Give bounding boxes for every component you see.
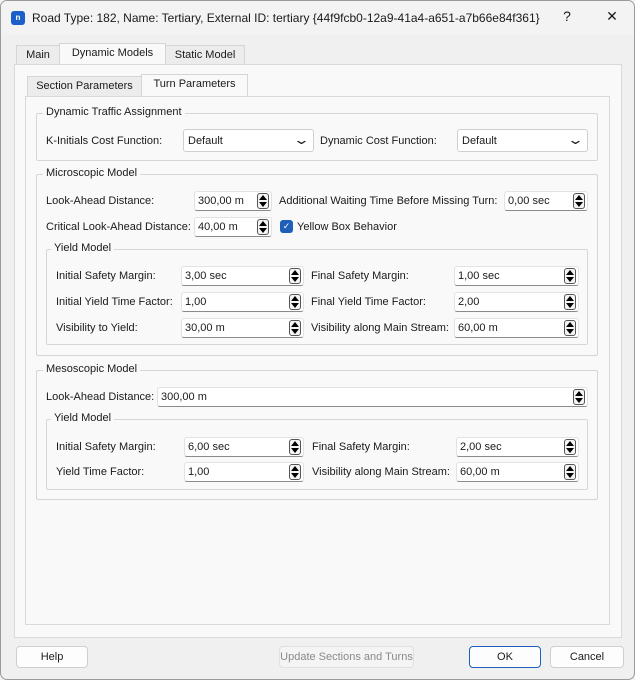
value: 3,00 sec xyxy=(185,270,227,282)
chevron-down-icon: ⌄ xyxy=(566,132,585,147)
k-initials-label: K-Initials Cost Function: xyxy=(46,135,163,147)
waiting-time-label: Additional Waiting Time Before Missing T… xyxy=(279,195,498,207)
meso-lookahead-label: Look-Ahead Distance: xyxy=(46,391,155,403)
micro-yield-title: Yield Model xyxy=(51,242,115,254)
dta-title: Dynamic Traffic Assignment xyxy=(43,106,185,118)
meso-visibility-main-label: Visibility along Main Stream: xyxy=(312,466,450,478)
spin-arrows-icon[interactable] xyxy=(289,464,301,480)
waiting-time-spinbox[interactable]: 0,00 sec xyxy=(504,191,588,211)
tab-section-parameters[interactable]: Section Parameters xyxy=(27,76,142,96)
spin-arrows-icon[interactable] xyxy=(573,193,585,209)
meso-final-safety-spinbox[interactable]: 2,00 sec xyxy=(456,437,579,457)
chevron-down-icon: ⌄ xyxy=(292,132,311,147)
ok-button[interactable]: OK xyxy=(469,646,541,668)
tab-main[interactable]: Main xyxy=(16,45,60,65)
value: 60,00 m xyxy=(458,322,498,334)
final-yield-time-label: Final Yield Time Factor: xyxy=(311,296,426,308)
micro-initial-safety-spinbox[interactable]: 3,00 sec xyxy=(181,266,304,286)
meso-visibility-main-spinbox[interactable]: 60,00 m xyxy=(456,462,579,482)
spin-arrows-icon[interactable] xyxy=(573,389,585,405)
microscopic-title: Microscopic Model xyxy=(43,167,141,179)
help-button[interactable]: Help xyxy=(16,646,88,668)
initial-yield-time-label: Initial Yield Time Factor: xyxy=(56,296,173,308)
spin-arrows-icon[interactable] xyxy=(564,294,576,310)
micro-visibility-main-spinbox[interactable]: 60,00 m xyxy=(454,318,579,338)
value: 1,00 sec xyxy=(458,270,500,282)
final-yield-time-spinbox[interactable]: 2,00 xyxy=(454,292,579,312)
mesoscopic-title: Mesoscopic Model xyxy=(43,363,141,375)
cancel-button[interactable]: Cancel xyxy=(550,646,624,668)
initial-yield-time-spinbox[interactable]: 1,00 xyxy=(181,292,304,312)
micro-initial-safety-label: Initial Safety Margin: xyxy=(56,270,156,282)
value: 2,00 sec xyxy=(460,441,502,453)
micro-lookahead-label: Look-Ahead Distance: xyxy=(46,195,155,207)
meso-final-safety-label: Final Safety Margin: xyxy=(312,441,410,453)
close-icon[interactable]: ✕ xyxy=(602,8,622,25)
yellow-box-checkbox[interactable]: ✓ xyxy=(280,220,293,233)
visibility-yield-label: Visibility to Yield: xyxy=(56,322,138,334)
update-sections-button[interactable]: Update Sections and Turns xyxy=(279,646,414,668)
value: 0,00 sec xyxy=(508,195,550,207)
spin-arrows-icon[interactable] xyxy=(564,464,576,480)
value: 1,00 xyxy=(185,296,207,308)
dynamic-cost-label: Dynamic Cost Function: xyxy=(320,135,437,147)
sub-tabs: Section Parameters Turn Parameters xyxy=(25,74,255,96)
spin-arrows-icon[interactable] xyxy=(289,320,301,336)
title-bar: n Road Type: 182, Name: Tertiary, Extern… xyxy=(1,1,634,35)
critical-lookahead-label: Critical Look-Ahead Distance: xyxy=(46,221,191,233)
value: 60,00 m xyxy=(460,466,500,478)
micro-lookahead-spinbox[interactable]: 300,00 m xyxy=(194,191,272,211)
micro-visibility-main-label: Visibility along Main Stream: xyxy=(311,322,449,334)
spin-arrows-icon[interactable] xyxy=(564,320,576,336)
tab-static-model[interactable]: Static Model xyxy=(165,45,245,65)
window-title: Road Type: 182, Name: Tertiary, External… xyxy=(32,11,540,25)
spin-arrows-icon[interactable] xyxy=(257,193,269,209)
spin-arrows-icon[interactable] xyxy=(289,268,301,284)
value: 30,00 m xyxy=(185,322,225,334)
yellow-box-label: Yellow Box Behavior xyxy=(297,221,397,233)
spin-arrows-icon[interactable] xyxy=(289,294,301,310)
meso-initial-safety-label: Initial Safety Margin: xyxy=(56,441,156,453)
dynamic-cost-select[interactable]: Default ⌄ xyxy=(457,129,588,152)
spin-arrows-icon[interactable] xyxy=(564,268,576,284)
value: 300,00 m xyxy=(198,195,244,207)
micro-final-safety-spinbox[interactable]: 1,00 sec xyxy=(454,266,579,286)
meso-lookahead-spinbox[interactable]: 300,00 m xyxy=(157,387,588,407)
spin-arrows-icon[interactable] xyxy=(289,439,301,455)
visibility-yield-spinbox[interactable]: 30,00 m xyxy=(181,318,304,338)
micro-final-safety-label: Final Safety Margin: xyxy=(311,270,409,282)
k-initials-value: Default xyxy=(188,135,223,147)
tab-turn-parameters[interactable]: Turn Parameters xyxy=(141,74,248,96)
yield-time-factor-label: Yield Time Factor: xyxy=(56,466,145,478)
spin-arrows-icon[interactable] xyxy=(257,219,269,235)
road-type-dialog: n Road Type: 182, Name: Tertiary, Extern… xyxy=(0,0,635,680)
yield-time-factor-spinbox[interactable]: 1,00 xyxy=(184,462,304,482)
value: 40,00 m xyxy=(198,221,238,233)
meso-yield-title: Yield Model xyxy=(51,412,115,424)
k-initials-select[interactable]: Default ⌄ xyxy=(183,129,314,152)
spin-arrows-icon[interactable] xyxy=(564,439,576,455)
main-tabs: Main Dynamic Models Static Model xyxy=(14,43,254,65)
meso-initial-safety-spinbox[interactable]: 6,00 sec xyxy=(184,437,304,457)
help-icon[interactable]: ? xyxy=(557,8,577,24)
tab-dynamic-models[interactable]: Dynamic Models xyxy=(59,43,166,65)
value: 2,00 xyxy=(458,296,480,308)
dynamic-cost-value: Default xyxy=(462,135,497,147)
app-icon: n xyxy=(11,11,25,25)
value: 300,00 m xyxy=(161,391,207,403)
value: 6,00 sec xyxy=(188,441,230,453)
value: 1,00 xyxy=(188,466,210,478)
critical-lookahead-spinbox[interactable]: 40,00 m xyxy=(194,217,272,237)
